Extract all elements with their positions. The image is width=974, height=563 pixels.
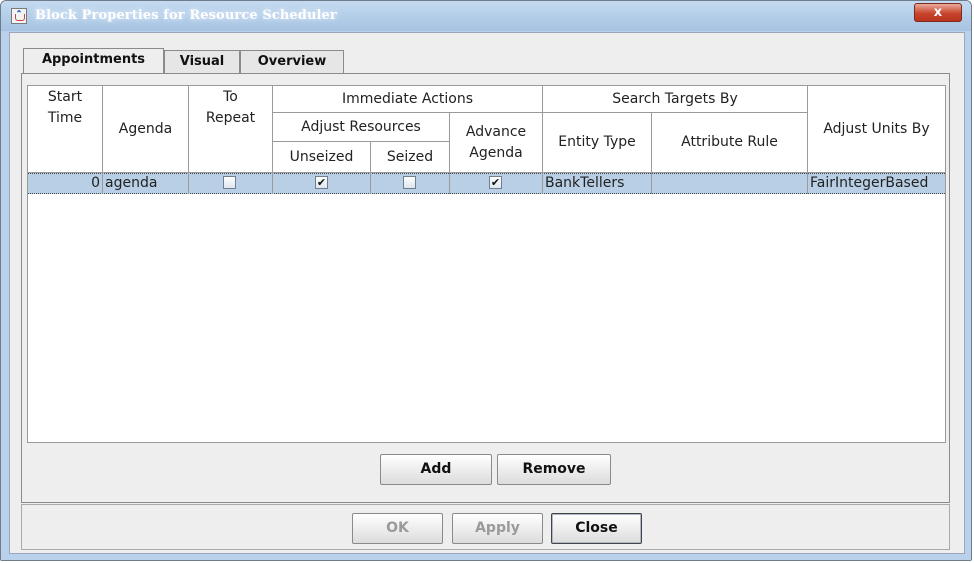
header-seized[interactable]: Seized	[371, 142, 450, 173]
cell-entity-type[interactable]: BankTellers	[543, 173, 652, 194]
cell-agenda[interactable]: agenda	[103, 173, 189, 194]
cell-unseized[interactable]: ✔	[273, 173, 371, 194]
cell-seized[interactable]	[371, 173, 450, 194]
header-adjust-resources[interactable]: Adjust Resources	[273, 113, 450, 142]
apply-button[interactable]: Apply	[452, 513, 543, 544]
cell-attribute-rule[interactable]	[652, 173, 808, 194]
tab-overview[interactable]: Overview	[240, 50, 344, 73]
ok-button[interactable]: OK	[352, 513, 443, 544]
header-adjust-units-by[interactable]: Adjust Units By	[808, 86, 945, 173]
header-start-time[interactable]: Start Time	[28, 86, 103, 173]
window-close-button[interactable]: x	[914, 3, 962, 22]
header-immediate-actions[interactable]: Immediate Actions	[273, 86, 543, 113]
unseized-checkbox[interactable]: ✔	[315, 176, 328, 189]
header-agenda[interactable]: Agenda	[103, 86, 189, 173]
header-unseized[interactable]: Unseized	[273, 142, 371, 173]
header-advance-agenda[interactable]: Advance Agenda	[450, 113, 543, 173]
remove-button[interactable]: Remove	[497, 454, 611, 485]
header-attribute-rule[interactable]: Attribute Rule	[652, 113, 808, 173]
java-app-icon	[11, 8, 27, 24]
add-button[interactable]: Add	[380, 454, 492, 485]
cell-adjust-units-by[interactable]: FairIntegerBased	[808, 173, 945, 194]
advance-agenda-checkbox[interactable]: ✔	[489, 176, 502, 189]
cell-start-time[interactable]: 0	[28, 173, 103, 194]
cell-advance-agenda[interactable]: ✔	[450, 173, 543, 194]
window-title: Block Properties for Resource Scheduler	[35, 8, 337, 23]
header-search-targets-by[interactable]: Search Targets By	[543, 86, 808, 113]
seized-checkbox[interactable]	[403, 176, 416, 189]
tab-appointments[interactable]: Appointments	[23, 48, 164, 73]
to-repeat-checkbox[interactable]	[223, 176, 236, 189]
tab-visual[interactable]: Visual	[164, 50, 240, 73]
close-button[interactable]: Close	[551, 513, 642, 544]
cell-to-repeat[interactable]	[189, 173, 273, 194]
header-entity-type[interactable]: Entity Type	[543, 113, 652, 173]
title-bar[interactable]: Block Properties for Resource Scheduler …	[1, 1, 971, 31]
header-to-repeat[interactable]: To Repeat	[189, 86, 273, 173]
